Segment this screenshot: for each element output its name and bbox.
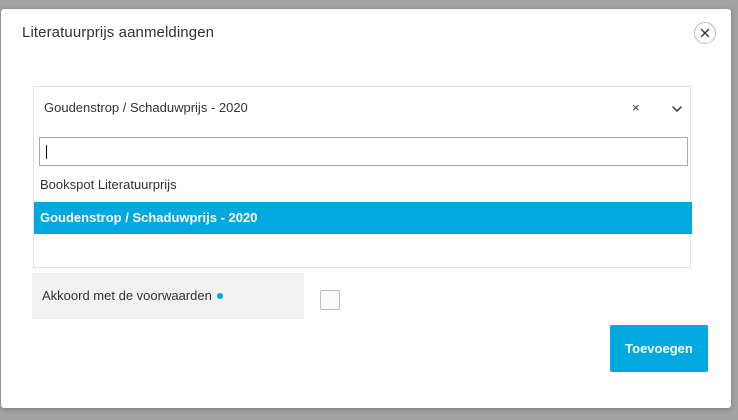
prize-option-highlighted[interactable]: Goudenstrop / Schaduwprijs - 2020 (34, 202, 692, 234)
literature-prize-dialog: Literatuurprijs aanmeldingen Goudenstrop… (1, 9, 731, 408)
prize-option[interactable]: Bookspot Literatuurprijs (34, 169, 692, 201)
clear-selection-button[interactable]: × (632, 100, 640, 115)
close-icon (700, 28, 710, 38)
required-indicator-icon (216, 293, 223, 299)
terms-checkbox[interactable] (320, 290, 340, 310)
selected-prize-value: Goudenstrop / Schaduwprijs - 2020 (44, 100, 248, 115)
text-cursor (46, 145, 47, 159)
terms-label: Akkoord met de voorwaarden (42, 288, 223, 303)
terms-label-text: Akkoord met de voorwaarden (42, 288, 212, 303)
dialog-title: Literatuurprijs aanmeldingen (22, 24, 215, 41)
prize-select[interactable]: Goudenstrop / Schaduwprijs - 2020 × (33, 86, 691, 132)
terms-label-cell: Akkoord met de voorwaarden (32, 273, 304, 319)
prize-dropdown: Bookspot Literatuurprijs Goudenstrop / S… (33, 132, 692, 268)
submit-button[interactable]: Toevoegen (610, 325, 708, 372)
close-button[interactable] (694, 22, 716, 44)
prize-search-input[interactable] (39, 137, 688, 166)
chevron-down-icon[interactable] (670, 102, 684, 116)
